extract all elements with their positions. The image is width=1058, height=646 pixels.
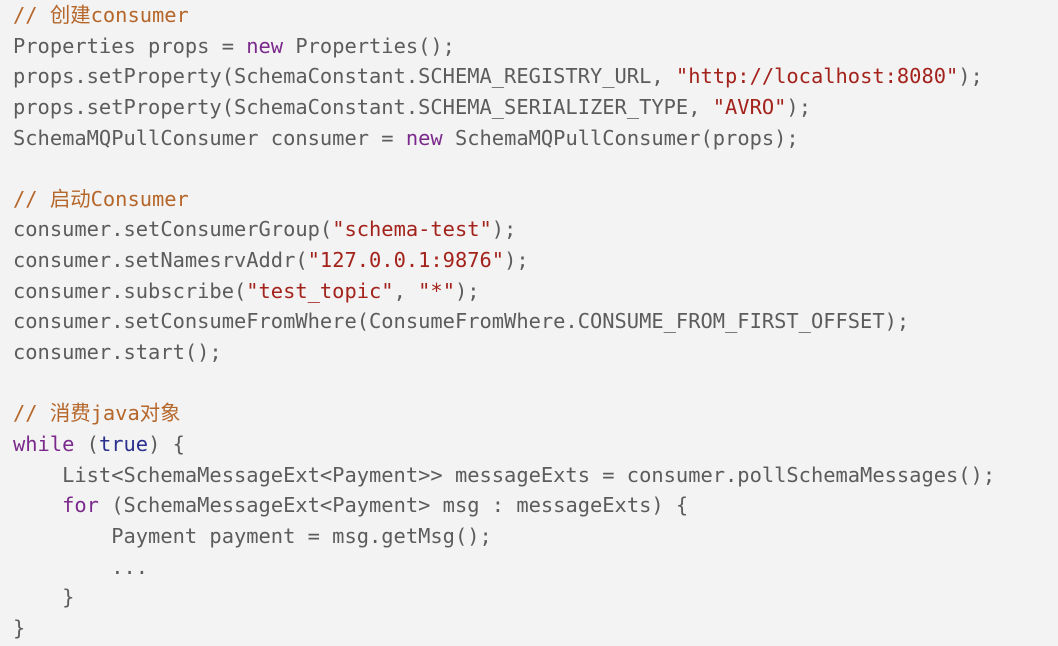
code-token-plain: ); bbox=[786, 94, 811, 119]
code-token-lit: true bbox=[98, 431, 149, 456]
code-token-plain: ); bbox=[958, 64, 983, 89]
code-token-plain: ); bbox=[491, 217, 517, 242]
code-token-plain: ); bbox=[454, 278, 480, 303]
code-line: } bbox=[13, 582, 995, 613]
code-block: // 创建consumer Properties props = new Prop… bbox=[13, 0, 995, 643]
code-line: // 消费java对象 bbox=[13, 398, 995, 429]
code-token-plain: , bbox=[393, 278, 419, 303]
code-token-plain: ( bbox=[74, 431, 99, 456]
code-token-plain: props.setProperty(SchemaConstant.SCHEMA_… bbox=[13, 94, 713, 119]
code-token-plain: (SchemaMessageExt<Payment> msg : message… bbox=[98, 493, 689, 518]
code-token-comment: // 创建consumer bbox=[13, 3, 189, 27]
code-line: ... bbox=[13, 552, 995, 583]
code-token-plain: consumer.setConsumeFromWhere(ConsumeFrom… bbox=[13, 309, 910, 334]
code-token-plain: List<SchemaMessageExt<Payment>> messageE… bbox=[13, 462, 996, 487]
code-token-comment: // 消费java对象 bbox=[13, 401, 181, 426]
code-token-plain: consumer.setConsumerGroup( bbox=[13, 217, 333, 242]
code-token-plain: } bbox=[13, 585, 75, 610]
code-line: consumer.setConsumerGroup("schema-test")… bbox=[13, 214, 995, 245]
code-token-plain: consumer.subscribe( bbox=[13, 278, 247, 303]
code-token-kw: new bbox=[405, 125, 443, 150]
code-line: for (SchemaMessageExt<Payment> msg : mes… bbox=[13, 490, 995, 521]
code-line: while (true) { bbox=[13, 429, 995, 460]
code-token-comment: // 启动Consumer bbox=[13, 186, 189, 211]
code-token-plain: Payment payment = msg.getMsg(); bbox=[13, 523, 492, 548]
code-token-kw: while bbox=[13, 431, 75, 456]
code-token-kw: new bbox=[246, 33, 284, 58]
code-line: Payment payment = msg.getMsg(); bbox=[13, 521, 995, 552]
code-line: SchemaMQPullConsumer consumer = new Sche… bbox=[13, 123, 995, 154]
code-line: consumer.setConsumeFromWhere(ConsumeFrom… bbox=[13, 306, 995, 337]
code-line: consumer.subscribe("test_topic", "*"); bbox=[13, 276, 995, 307]
code-token-plain: consumer.setNamesrvAddr( bbox=[13, 248, 308, 273]
code-token-plain: props.setProperty(SchemaConstant.SCHEMA_… bbox=[13, 64, 676, 89]
code-token-str: "http://localhost:8080" bbox=[675, 64, 959, 89]
code-token-plain: } bbox=[13, 615, 26, 640]
code-token-plain: SchemaMQPullConsumer consumer = bbox=[13, 125, 406, 150]
code-line: consumer.start(); bbox=[13, 337, 995, 368]
code-token-plain: ) { bbox=[148, 431, 185, 456]
code-token-plain: ... bbox=[13, 554, 149, 579]
code-token-plain: consumer.start(); bbox=[13, 340, 222, 365]
code-token-plain: Properties props = bbox=[13, 33, 247, 58]
code-token-str: "*" bbox=[418, 278, 455, 303]
code-line: // 启动Consumer bbox=[13, 184, 995, 215]
code-line: } bbox=[13, 613, 995, 644]
code-line: props.setProperty(SchemaConstant.SCHEMA_… bbox=[13, 61, 995, 92]
code-line: Properties props = new Properties(); bbox=[13, 31, 995, 62]
code-line: // 创建consumer bbox=[13, 0, 995, 31]
code-token-plain: Properties(); bbox=[283, 33, 455, 58]
code-token-plain: ); bbox=[504, 248, 529, 273]
code-line: props.setProperty(SchemaConstant.SCHEMA_… bbox=[13, 92, 995, 123]
code-token-str: "AVRO" bbox=[712, 94, 787, 119]
code-token-str: "test_topic" bbox=[246, 278, 394, 303]
code-token-kw: for bbox=[62, 493, 99, 518]
code-token-plain: SchemaMQPullConsumer(props); bbox=[442, 125, 799, 150]
code-line: List<SchemaMessageExt<Payment>> messageE… bbox=[13, 460, 995, 491]
code-token-str: "127.0.0.1:9876" bbox=[307, 248, 505, 273]
code-line: consumer.setNamesrvAddr("127.0.0.1:9876"… bbox=[13, 245, 995, 276]
code-token-str: "schema-test" bbox=[332, 217, 492, 242]
